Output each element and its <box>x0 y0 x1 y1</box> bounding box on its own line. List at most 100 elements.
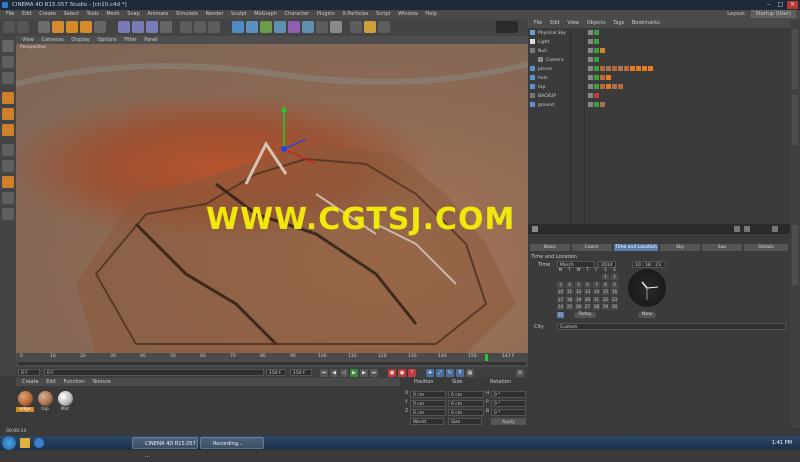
material-tag-icon[interactable] <box>606 66 611 71</box>
model-mode-icon[interactable] <box>2 40 14 52</box>
om-menu-bookmarks[interactable]: Bookmarks <box>632 20 660 26</box>
z-axis-icon[interactable] <box>146 21 158 33</box>
calendar-day[interactable]: 13 <box>584 289 591 295</box>
workplane-icon[interactable] <box>2 72 14 84</box>
render-picture-icon[interactable] <box>194 21 206 33</box>
om-menu-tags[interactable]: Tags <box>613 20 624 26</box>
menu-select[interactable]: Select <box>63 11 78 17</box>
explorer-icon[interactable] <box>20 438 30 448</box>
array-icon[interactable] <box>274 21 286 33</box>
calendar-day[interactable]: 15 <box>602 289 609 295</box>
tab-sky[interactable]: Sky <box>660 244 700 251</box>
calendar-day[interactable]: 5 <box>575 281 582 288</box>
viewport-menu-display[interactable]: Display <box>71 37 89 43</box>
menu-animate[interactable]: Animate <box>147 11 168 17</box>
calendar-day[interactable]: 19 <box>575 296 582 303</box>
rotate-icon[interactable] <box>80 21 92 33</box>
preview-max-field[interactable]: 150 F <box>290 369 312 376</box>
play-icon[interactable]: ▶ <box>350 369 358 377</box>
object-row[interactable]: pieces <box>530 66 788 74</box>
lock-icon[interactable] <box>772 226 778 232</box>
start-frame-field[interactable]: 0 F <box>18 369 40 376</box>
keyframe-help-icon[interactable]: ? <box>408 369 416 377</box>
menu-window[interactable]: Window <box>398 11 418 17</box>
material-tag-icon[interactable] <box>612 84 617 89</box>
calendar-day[interactable]: 29 <box>602 304 609 310</box>
check-icon[interactable] <box>594 66 599 71</box>
menu-snap[interactable]: Snap <box>127 11 140 17</box>
object-row[interactable]: Camera <box>530 57 788 65</box>
coord-system-select[interactable]: World <box>410 418 444 425</box>
axis-mode-icon[interactable] <box>2 144 14 156</box>
now-button[interactable]: Now <box>638 312 656 318</box>
move-icon[interactable] <box>52 21 64 33</box>
object-row[interactable]: BACKUP <box>530 93 788 101</box>
calendar-day[interactable]: 7 <box>593 281 600 288</box>
maximize-button[interactable]: □ <box>775 1 786 9</box>
position-y-field[interactable]: 0 cm <box>410 400 446 407</box>
triangle-tag-icon[interactable] <box>642 66 647 71</box>
cube-icon[interactable] <box>232 21 244 33</box>
material-tag-icon[interactable] <box>612 66 617 71</box>
position-z-field[interactable]: 0 cm <box>410 409 446 416</box>
calendar-day[interactable]: 8 <box>602 281 609 288</box>
menu-render[interactable]: Render <box>206 11 224 17</box>
viewport-menu-panel[interactable]: Panel <box>144 37 158 43</box>
material-tag-icon[interactable] <box>618 84 623 89</box>
y-axis-icon[interactable] <box>132 21 144 33</box>
check-icon[interactable] <box>594 102 599 107</box>
rotation-h-field[interactable]: 0 ° <box>491 391 526 398</box>
rotation-p-field[interactable]: 0 ° <box>491 400 526 407</box>
menu-script[interactable]: Script <box>376 11 391 17</box>
calendar-day[interactable]: 14 <box>593 289 600 295</box>
scale-key-icon[interactable]: ⤢ <box>436 369 444 377</box>
material-menu-texture[interactable]: Texture <box>92 379 110 385</box>
menu-help[interactable]: Help <box>425 11 436 17</box>
nurbs-icon[interactable] <box>260 21 272 33</box>
autokey-icon[interactable]: ● <box>398 369 406 377</box>
side-tab-layers[interactable] <box>792 95 798 145</box>
close-button[interactable]: ✕ <box>787 1 798 9</box>
menu-edit[interactable]: Edit <box>22 11 32 17</box>
recent-tool-icon[interactable] <box>94 21 106 33</box>
coord-system-icon[interactable] <box>160 21 172 33</box>
viewport-menu-cameras[interactable]: Cameras <box>41 37 63 43</box>
calendar-day[interactable]: 3 <box>557 281 564 288</box>
position-x-field[interactable]: 0 cm <box>410 391 446 398</box>
lock-icon[interactable] <box>2 192 14 204</box>
start-button-icon[interactable] <box>2 436 16 450</box>
om-menu-edit[interactable]: Edit <box>550 20 560 26</box>
menu-sculpt[interactable]: Sculpt <box>231 11 247 17</box>
tab-basic[interactable]: Basic <box>530 244 570 251</box>
go-start-icon[interactable]: ⏮ <box>320 369 328 377</box>
time-field[interactable]: 10 : 18 : 23 <box>632 261 666 268</box>
select-icon[interactable] <box>38 21 50 33</box>
tab-coord[interactable]: Coord. <box>572 244 612 251</box>
calendar-day[interactable]: 26 <box>575 304 582 310</box>
size-z-field[interactable]: 0 cm <box>448 409 484 416</box>
calendar-day[interactable]: 21 <box>593 296 600 303</box>
calendar-day[interactable]: 10 <box>557 289 564 295</box>
tab-time-and-location[interactable]: Time and Location <box>614 244 658 251</box>
pla-key-icon[interactable]: ▦ <box>466 369 474 377</box>
max-frame-field[interactable]: 150 F <box>266 369 286 376</box>
triangle-tag-icon[interactable] <box>606 75 611 80</box>
check-icon[interactable] <box>594 48 599 53</box>
light-icon[interactable] <box>330 21 342 33</box>
size-y-field[interactable]: 0 cm <box>448 400 484 407</box>
pen-icon[interactable] <box>246 21 258 33</box>
material-tag-icon[interactable] <box>600 66 605 71</box>
calendar-day[interactable]: 6 <box>584 281 591 288</box>
om-menu-objects[interactable]: Objects <box>587 20 606 26</box>
calendar-day[interactable]: 30 <box>611 304 618 310</box>
mograph-icon[interactable] <box>350 21 362 33</box>
menu-tools[interactable]: Tools <box>87 11 99 17</box>
prev-key-icon[interactable]: ◀ <box>330 369 338 377</box>
tweak-mode-icon[interactable] <box>2 160 14 172</box>
calendar-day[interactable]: 1 <box>602 274 609 280</box>
timeline-menu-icon[interactable]: ≡ <box>516 369 524 377</box>
check-icon[interactable] <box>594 84 599 89</box>
tab-sun[interactable]: Sun <box>702 244 742 251</box>
size-x-field[interactable]: 0 cm <box>448 391 484 398</box>
menu-mograph[interactable]: MoGraph <box>254 11 277 17</box>
